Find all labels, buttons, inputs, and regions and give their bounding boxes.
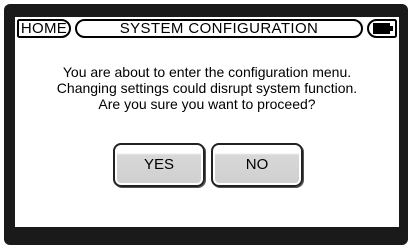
device-frame: HOME SYSTEM CONFIGURATION You are about … [4, 4, 408, 245]
message-line: Changing settings could disrupt system f… [56, 80, 358, 96]
header-bar: HOME SYSTEM CONFIGURATION [15, 17, 399, 41]
message-line: Are you sure you want to proceed? [98, 96, 316, 112]
battery-icon [367, 19, 397, 38]
page-title: SYSTEM CONFIGURATION [75, 19, 363, 38]
screen: HOME SYSTEM CONFIGURATION You are about … [15, 17, 399, 227]
battery-tip [390, 26, 393, 31]
device-bezel: HOME SYSTEM CONFIGURATION You are about … [0, 0, 412, 249]
home-button[interactable]: HOME [17, 19, 71, 38]
battery-level [373, 23, 390, 34]
no-button[interactable]: NO [211, 143, 303, 187]
message-line: You are about to enter the configuration… [62, 64, 352, 80]
yes-button[interactable]: YES [113, 143, 205, 187]
confirmation-message: You are about to enter the configuration… [15, 64, 399, 112]
